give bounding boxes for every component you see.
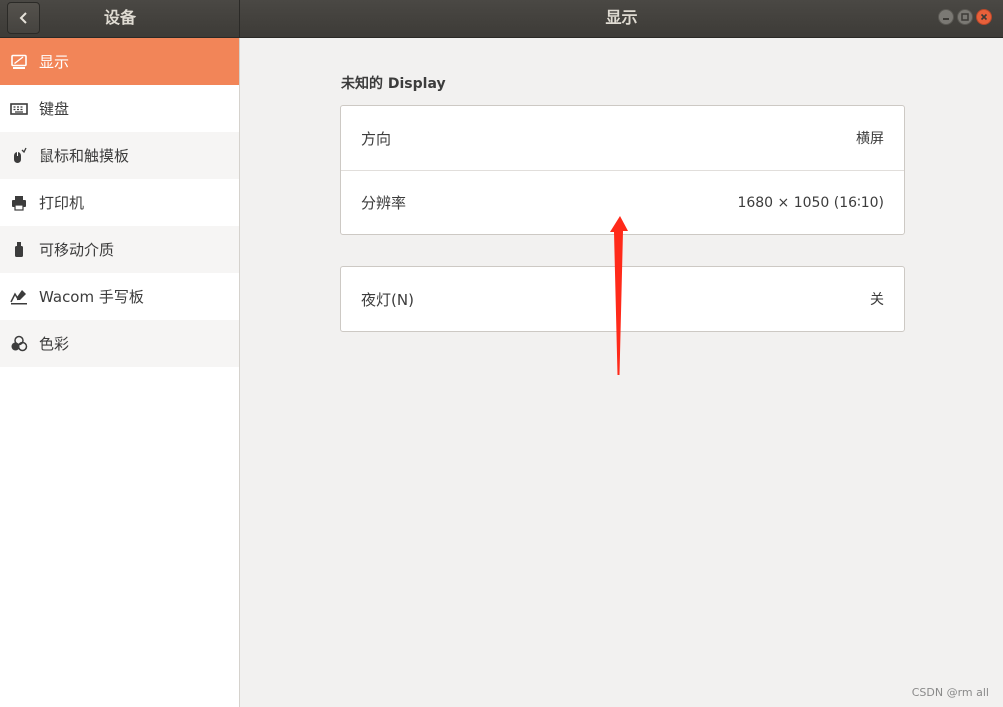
maximize-icon xyxy=(961,13,969,21)
sidebar-item-printers[interactable]: 打印机 xyxy=(0,179,239,226)
sidebar-item-label: 可移动介质 xyxy=(39,241,115,259)
close-button[interactable] xyxy=(976,9,992,25)
sidebar-item-label: 键盘 xyxy=(39,100,70,118)
sidebar-item-label: 显示 xyxy=(39,53,70,71)
sidebar-item-label: 打印机 xyxy=(39,194,85,212)
sidebar-title: 设备 xyxy=(103,8,136,27)
sidebar-divider xyxy=(239,38,240,707)
orientation-value: 横屏 xyxy=(856,131,884,147)
keyboard-icon xyxy=(10,100,28,118)
display-icon xyxy=(10,53,28,71)
sidebar-item-display[interactable]: 显示 xyxy=(0,38,239,85)
sidebar-item-mouse[interactable]: 鼠标和触摸板 xyxy=(0,132,239,179)
usb-icon xyxy=(10,241,28,259)
chevron-left-icon xyxy=(19,12,27,24)
sidebar-item-color[interactable]: 色彩 xyxy=(0,320,239,367)
minimize-icon xyxy=(943,18,949,20)
sidebar-item-label: 色彩 xyxy=(39,335,70,353)
resolution-label: 分辨率 xyxy=(361,194,407,212)
watermark: CSDN @rm all xyxy=(911,686,989,699)
sidebar-item-wacom-tablet[interactable]: Wacom 手写板 xyxy=(0,273,239,320)
close-icon xyxy=(980,13,988,21)
night-light-row[interactable]: 夜灯(N) 关 xyxy=(341,267,904,331)
sidebar-item-removable-media[interactable]: 可移动介质 xyxy=(0,226,239,273)
title-bar: 设备 显示 xyxy=(0,0,1003,38)
printer-icon xyxy=(10,194,28,212)
display-settings-panel: 方向 横屏 分辨率 1680 × 1050 (16∶10) xyxy=(340,105,905,235)
resolution-row[interactable]: 分辨率 1680 × 1050 (16∶10) xyxy=(341,170,904,234)
sidebar-item-label: 鼠标和触摸板 xyxy=(39,147,130,165)
mouse-icon xyxy=(10,147,28,165)
night-light-panel: 夜灯(N) 关 xyxy=(340,266,905,332)
resolution-value: 1680 × 1050 (16∶10) xyxy=(737,194,884,211)
orientation-row[interactable]: 方向 横屏 xyxy=(341,106,904,170)
back-button[interactable] xyxy=(7,2,40,34)
maximize-button[interactable] xyxy=(957,9,973,25)
sidebar-item-label: Wacom 手写板 xyxy=(39,288,144,306)
page-title: 显示 xyxy=(605,8,638,27)
tablet-icon xyxy=(10,288,28,306)
sidebar-item-keyboard[interactable]: 键盘 xyxy=(0,85,239,132)
minimize-button[interactable] xyxy=(938,9,954,25)
night-light-value: 关 xyxy=(870,292,884,308)
color-icon xyxy=(10,335,28,353)
display-section-title: 未知的 Display xyxy=(341,76,446,92)
orientation-label: 方向 xyxy=(361,129,392,148)
sidebar: 显示 键盘 鼠标和触摸板 打印机 可移动介质 Wacom 手写板 色彩 xyxy=(0,38,239,707)
night-light-label: 夜灯(N) xyxy=(361,290,414,309)
